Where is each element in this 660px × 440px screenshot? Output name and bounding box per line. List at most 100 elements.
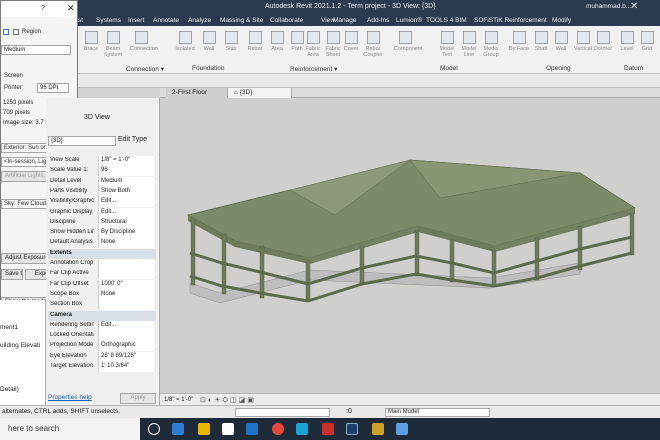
property-value[interactable]: 1000' 0" <box>98 279 154 290</box>
workset-box[interactable] <box>235 408 330 417</box>
revit-icon[interactable] <box>346 423 358 435</box>
file-explorer-icon[interactable] <box>198 423 210 435</box>
menu-tab[interactable]: Add-Ins <box>367 17 389 24</box>
menu-tab[interactable]: Modify <box>552 17 571 24</box>
property-value[interactable]: Medium <box>98 176 154 187</box>
tab-first-floor[interactable]: 2-First Floor <box>166 88 228 98</box>
user-name[interactable]: muhammad.b... <box>586 3 631 10</box>
property-section[interactable]: Camera <box>48 310 156 321</box>
property-value[interactable]: Show Both <box>98 186 154 197</box>
property-value[interactable]: Edit... <box>98 207 154 218</box>
store-icon[interactable] <box>222 423 234 435</box>
menu-tab[interactable]: Manage <box>333 17 357 24</box>
screen-option[interactable]: Screen <box>4 73 23 79</box>
ribbon-button[interactable]: Isolated <box>174 28 196 66</box>
ribbon-button[interactable]: Wall <box>198 28 220 66</box>
property-value[interactable]: By Discipline <box>98 228 154 239</box>
property-value[interactable]: 28' 8 89/128" <box>98 351 154 362</box>
ribbon-group-label[interactable]: Reinforcement ▾ <box>290 65 337 73</box>
3d-viewport[interactable] <box>160 98 660 393</box>
property-value[interactable]: Edit... <box>98 197 154 208</box>
ribbon-group-label[interactable]: Model <box>440 65 458 72</box>
render-checkbox[interactable] <box>3 29 9 35</box>
tab-3d[interactable]: ⌂ {3D} <box>228 88 292 98</box>
ribbon-button[interactable]: Grid <box>636 28 658 66</box>
property-value[interactable]: Structural <box>98 217 154 228</box>
acrobat-icon[interactable] <box>322 423 334 435</box>
ribbon-button[interactable]: Level <box>616 28 638 66</box>
type-selector[interactable]: {3D} <box>48 136 116 146</box>
ribbon-button[interactable]: Model Line <box>458 28 480 66</box>
apply-button[interactable]: Apply <box>120 393 156 404</box>
edit-type-button[interactable]: Edit Type <box>118 136 147 143</box>
property-value[interactable]: 96 <box>98 166 154 177</box>
menu-tab[interactable]: TOOLS 4 BIM <box>426 17 467 24</box>
app-icon[interactable] <box>396 423 408 435</box>
ribbon-button[interactable]: Shaft <box>530 28 552 66</box>
property-value[interactable] <box>98 331 154 342</box>
ribbon-button[interactable]: Model Text <box>436 28 458 66</box>
menu-tab[interactable]: st <box>78 17 83 24</box>
taskbar-search[interactable]: here to search <box>0 418 140 440</box>
help-icon[interactable]: ? <box>41 5 45 12</box>
ribbon-button[interactable]: Model Group <box>480 28 502 66</box>
folder-icon[interactable] <box>372 423 384 435</box>
ribbon-button[interactable]: Component <box>394 28 422 66</box>
printer-option[interactable]: Printer <box>4 85 22 91</box>
property-value[interactable]: 1/8" = 1'-0" <box>98 156 154 166</box>
chrome-icon[interactable] <box>272 423 284 435</box>
view-control-icons[interactable]: ⊡◐☀⛭◫◪▣ <box>200 396 256 405</box>
menu-tab[interactable]: Insert <box>128 17 144 24</box>
ribbon-button[interactable]: Wall <box>550 28 572 66</box>
ribbon-button[interactable]: Beam System <box>102 28 124 66</box>
menu-tab[interactable]: Massing & Site <box>220 17 263 24</box>
property-value[interactable]: None <box>98 238 154 249</box>
ribbon-button[interactable]: Vertical <box>572 28 594 66</box>
property-section[interactable]: Extents <box>48 248 156 259</box>
ribbon-button[interactable]: Fabric Area <box>302 28 324 66</box>
menu-tab[interactable]: Analyze <box>188 17 211 24</box>
property-value[interactable] <box>98 259 154 269</box>
ribbon-button[interactable]: By Face <box>508 28 530 66</box>
menu-tab[interactable]: Annotate <box>153 17 179 24</box>
menu-tab[interactable]: Collaborate <box>270 17 303 24</box>
app-icon[interactable] <box>296 423 308 435</box>
property-value[interactable]: Orthographic <box>98 341 154 352</box>
ribbon-button[interactable]: Area <box>266 28 288 66</box>
property-value[interactable]: Edit... <box>98 320 154 331</box>
ribbon-group-label[interactable]: Datum <box>624 65 643 72</box>
window-close-button[interactable]: ✕ <box>630 1 638 12</box>
ribbon-button[interactable]: Connection <box>130 28 158 66</box>
browser-item[interactable]: ment1 <box>0 324 18 331</box>
browser-item[interactable]: uilding Elevati <box>0 342 40 349</box>
close-icon[interactable]: ✕ <box>67 3 75 14</box>
ribbon-group-label[interactable]: Opening <box>546 65 571 72</box>
save-to-project-button[interactable]: Save to Project... <box>1 269 23 280</box>
quality-select[interactable]: Medium <box>1 45 71 55</box>
properties-help-link[interactable]: Properties help <box>48 394 92 401</box>
ribbon-button[interactable]: Cover <box>340 28 362 66</box>
property-value[interactable]: None <box>98 289 154 300</box>
menu-tab[interactable]: Systems <box>96 17 121 24</box>
property-value[interactable] <box>98 300 154 311</box>
ribbon-group-label[interactable]: Connection ▾ <box>126 65 164 73</box>
tool-icon <box>554 31 568 44</box>
design-option-select[interactable]: Main Model <box>385 408 490 417</box>
browser-item[interactable]: Detail) <box>0 386 19 393</box>
ribbon-button[interactable]: Brace <box>80 28 102 66</box>
property-value[interactable] <box>98 269 154 280</box>
edge-icon[interactable] <box>172 423 184 435</box>
cortana-icon[interactable] <box>148 423 160 435</box>
menu-tab[interactable]: Lumion® <box>396 17 422 24</box>
ribbon-button[interactable]: Rebar Coupler <box>362 28 384 66</box>
menu-tab[interactable]: SOFiSTiK Reinforcement <box>474 17 547 24</box>
dpi-select[interactable]: 96 DPI <box>37 83 69 93</box>
region-checkbox[interactable] <box>13 29 19 35</box>
ribbon-group-label[interactable]: Foundation <box>192 65 225 72</box>
ribbon-button[interactable]: Slab <box>220 28 242 66</box>
ribbon-button[interactable]: Dormer <box>592 28 614 66</box>
property-value[interactable]: 1' 10 3/64" <box>98 362 154 372</box>
ribbon-button[interactable]: Rebar <box>244 28 266 66</box>
mail-icon[interactable] <box>246 423 258 435</box>
view-scale[interactable]: 1/8" = 1'-0" <box>164 397 193 403</box>
